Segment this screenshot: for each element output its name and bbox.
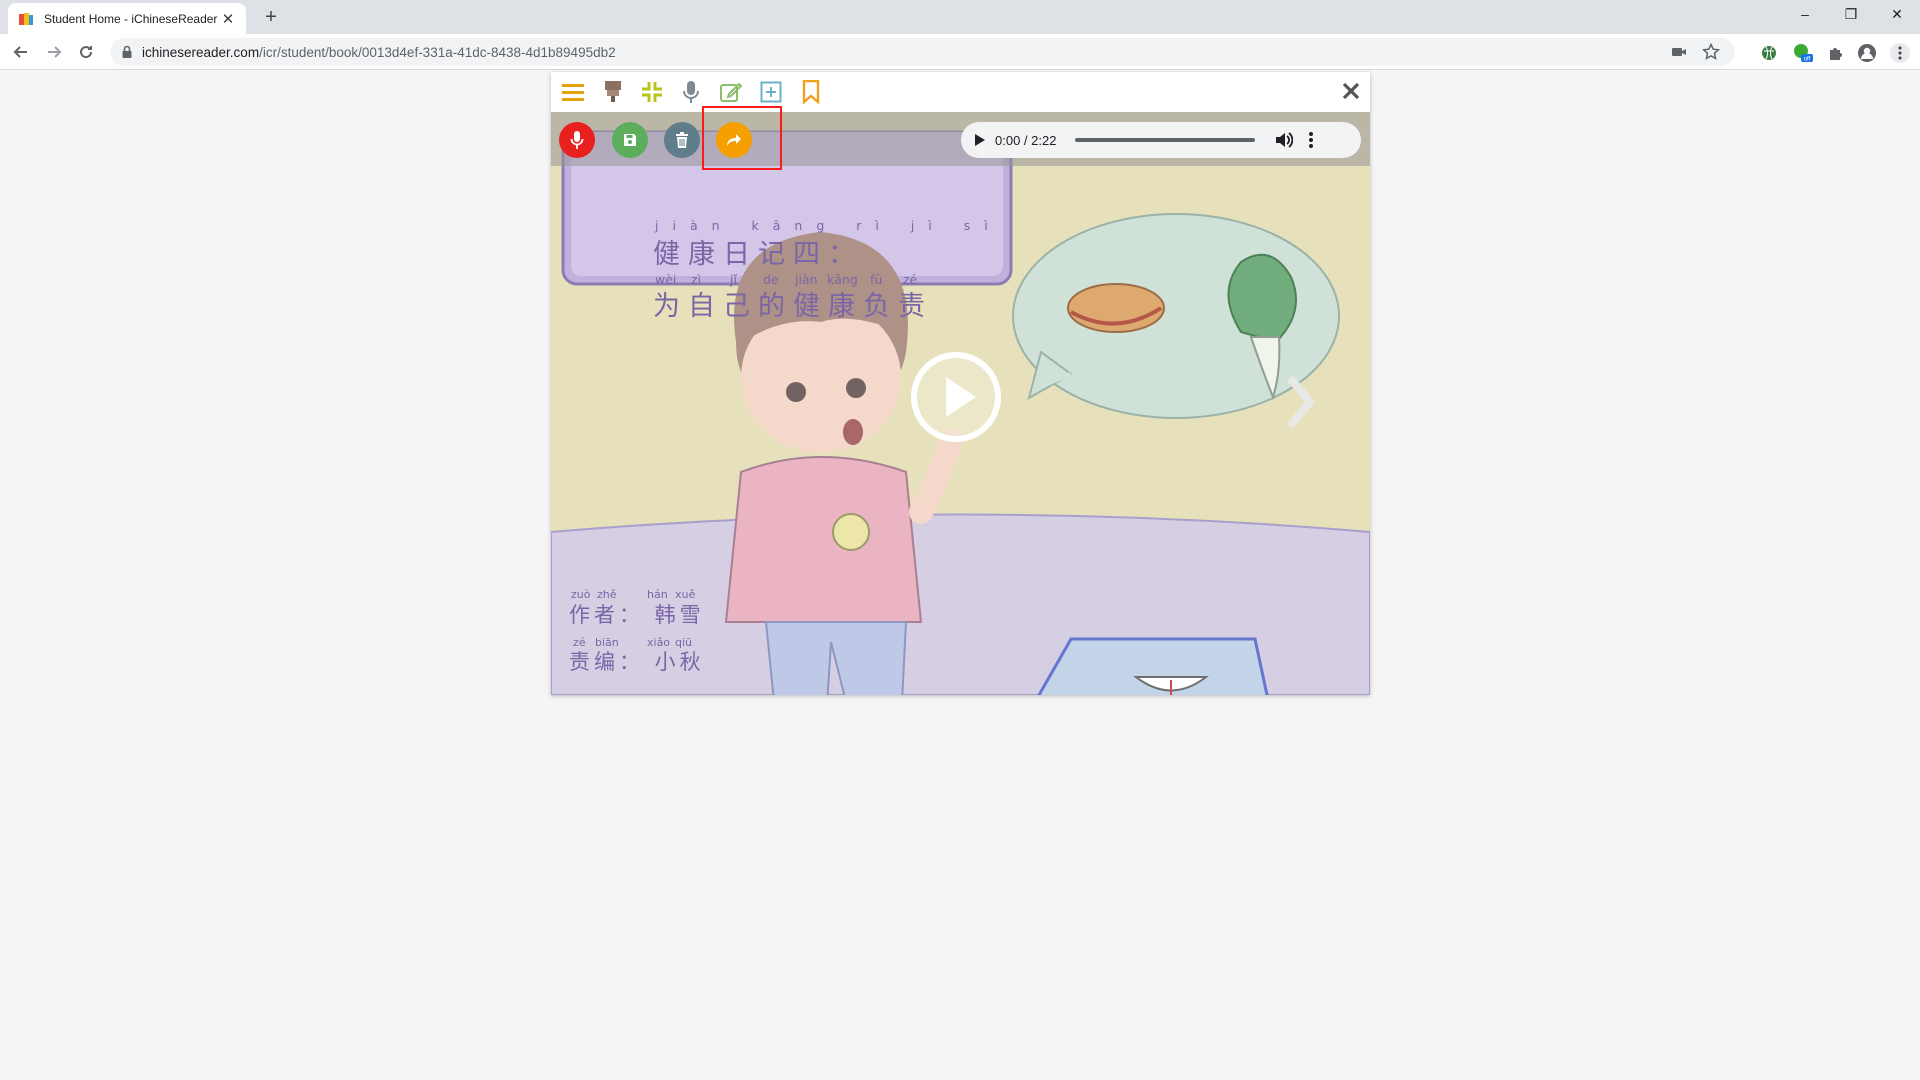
reload-icon xyxy=(80,46,93,59)
shrink-button[interactable] xyxy=(638,78,666,106)
title-pinyin-line-1: jiàn kāng rì jì sì xyxy=(655,218,1002,233)
forward-button[interactable] xyxy=(42,40,66,64)
bookmark-button[interactable] xyxy=(797,78,825,106)
highlighter-icon xyxy=(605,81,621,102)
tab-close-icon[interactable]: ✕ xyxy=(220,10,236,28)
camera-icon[interactable] xyxy=(1669,42,1689,62)
editor-line: 责编： 小秋 xyxy=(569,650,705,674)
new-tab-button[interactable]: + xyxy=(259,6,283,30)
browser-tab[interactable]: Student Home - iChineseReader ✕ xyxy=(8,3,246,34)
window-close-button[interactable]: ✕ xyxy=(1874,0,1920,30)
profile-avatar-icon[interactable] xyxy=(1856,42,1878,64)
address-bar[interactable]: ichinesereader.com/icr/student/book/0013… xyxy=(110,38,1735,66)
url-path: /icr/student/book/0013d4ef-331a-41dc-843… xyxy=(259,44,616,60)
browser-toolbar: ichinesereader.com/icr/student/book/0013… xyxy=(0,34,1920,70)
play-page-icon[interactable] xyxy=(910,351,1002,443)
edit-icon xyxy=(720,82,743,102)
book-reader: jiàn kāng rì jì sì 健康日记四： wèi zì jǐ de j… xyxy=(551,72,1370,695)
back-arrow-icon xyxy=(13,46,27,58)
author-line: 作者： 韩雪 xyxy=(569,603,705,627)
title-line-1: 健康日记四： xyxy=(653,239,863,270)
microphone-icon xyxy=(683,81,699,103)
shrink-icon xyxy=(642,82,662,102)
add-note-icon xyxy=(760,81,782,103)
close-icon xyxy=(1342,82,1360,100)
volume-icon[interactable] xyxy=(1273,130,1293,150)
audio-progress-slider[interactable] xyxy=(1075,138,1255,142)
bookmark-star-icon[interactable] xyxy=(1701,42,1721,62)
close-reader-button[interactable] xyxy=(1338,78,1364,104)
microphone-button[interactable] xyxy=(677,78,705,106)
delete-recording-button[interactable] xyxy=(664,122,700,158)
forward-arrow-icon xyxy=(48,46,62,58)
url-host: ichinesereader.com xyxy=(142,44,260,60)
extension-globe-icon[interactable] xyxy=(1758,42,1780,64)
delete-icon xyxy=(676,132,688,148)
record-icon xyxy=(570,131,584,149)
annotation-highlight-box xyxy=(702,106,782,170)
audio-more-options-icon[interactable] xyxy=(1303,130,1319,150)
browser-tabbar: Student Home - iChineseReader ✕ + – ❐ ✕ xyxy=(0,0,1920,34)
extensions-puzzle-icon[interactable] xyxy=(1825,42,1847,64)
menu-icon xyxy=(562,84,584,101)
site-favicon-icon xyxy=(19,12,33,25)
save-icon xyxy=(624,134,636,146)
reload-button[interactable] xyxy=(74,40,98,64)
browser-menu-icon[interactable] xyxy=(1889,42,1911,64)
restore-button[interactable]: ❐ xyxy=(1828,0,1874,30)
extension-off-icon[interactable]: off xyxy=(1792,42,1814,64)
title-line-2: 为自己的健康负责 xyxy=(653,291,933,322)
url-text: ichinesereader.com/icr/student/book/0013… xyxy=(142,45,616,60)
menu-button[interactable] xyxy=(559,78,587,106)
add-note-button[interactable] xyxy=(757,78,785,106)
edit-button[interactable] xyxy=(717,78,745,106)
bookmark-icon xyxy=(802,80,820,104)
save-recording-button[interactable] xyxy=(612,122,648,158)
reader-toolbar xyxy=(551,72,1370,112)
lock-icon xyxy=(122,45,132,58)
highlighter-button[interactable] xyxy=(599,78,627,106)
svg-text:off: off xyxy=(1804,57,1811,63)
next-page-chevron-icon[interactable] xyxy=(1282,372,1318,432)
back-button[interactable] xyxy=(9,40,33,64)
audio-player: 0:00 / 2:22 xyxy=(961,122,1361,158)
record-button[interactable] xyxy=(559,122,595,158)
minimize-button[interactable]: – xyxy=(1782,0,1828,30)
tab-title: Student Home - iChineseReader xyxy=(44,11,218,26)
audio-play-icon[interactable] xyxy=(971,132,987,148)
audio-time: 0:00 / 2:22 xyxy=(995,132,1057,148)
